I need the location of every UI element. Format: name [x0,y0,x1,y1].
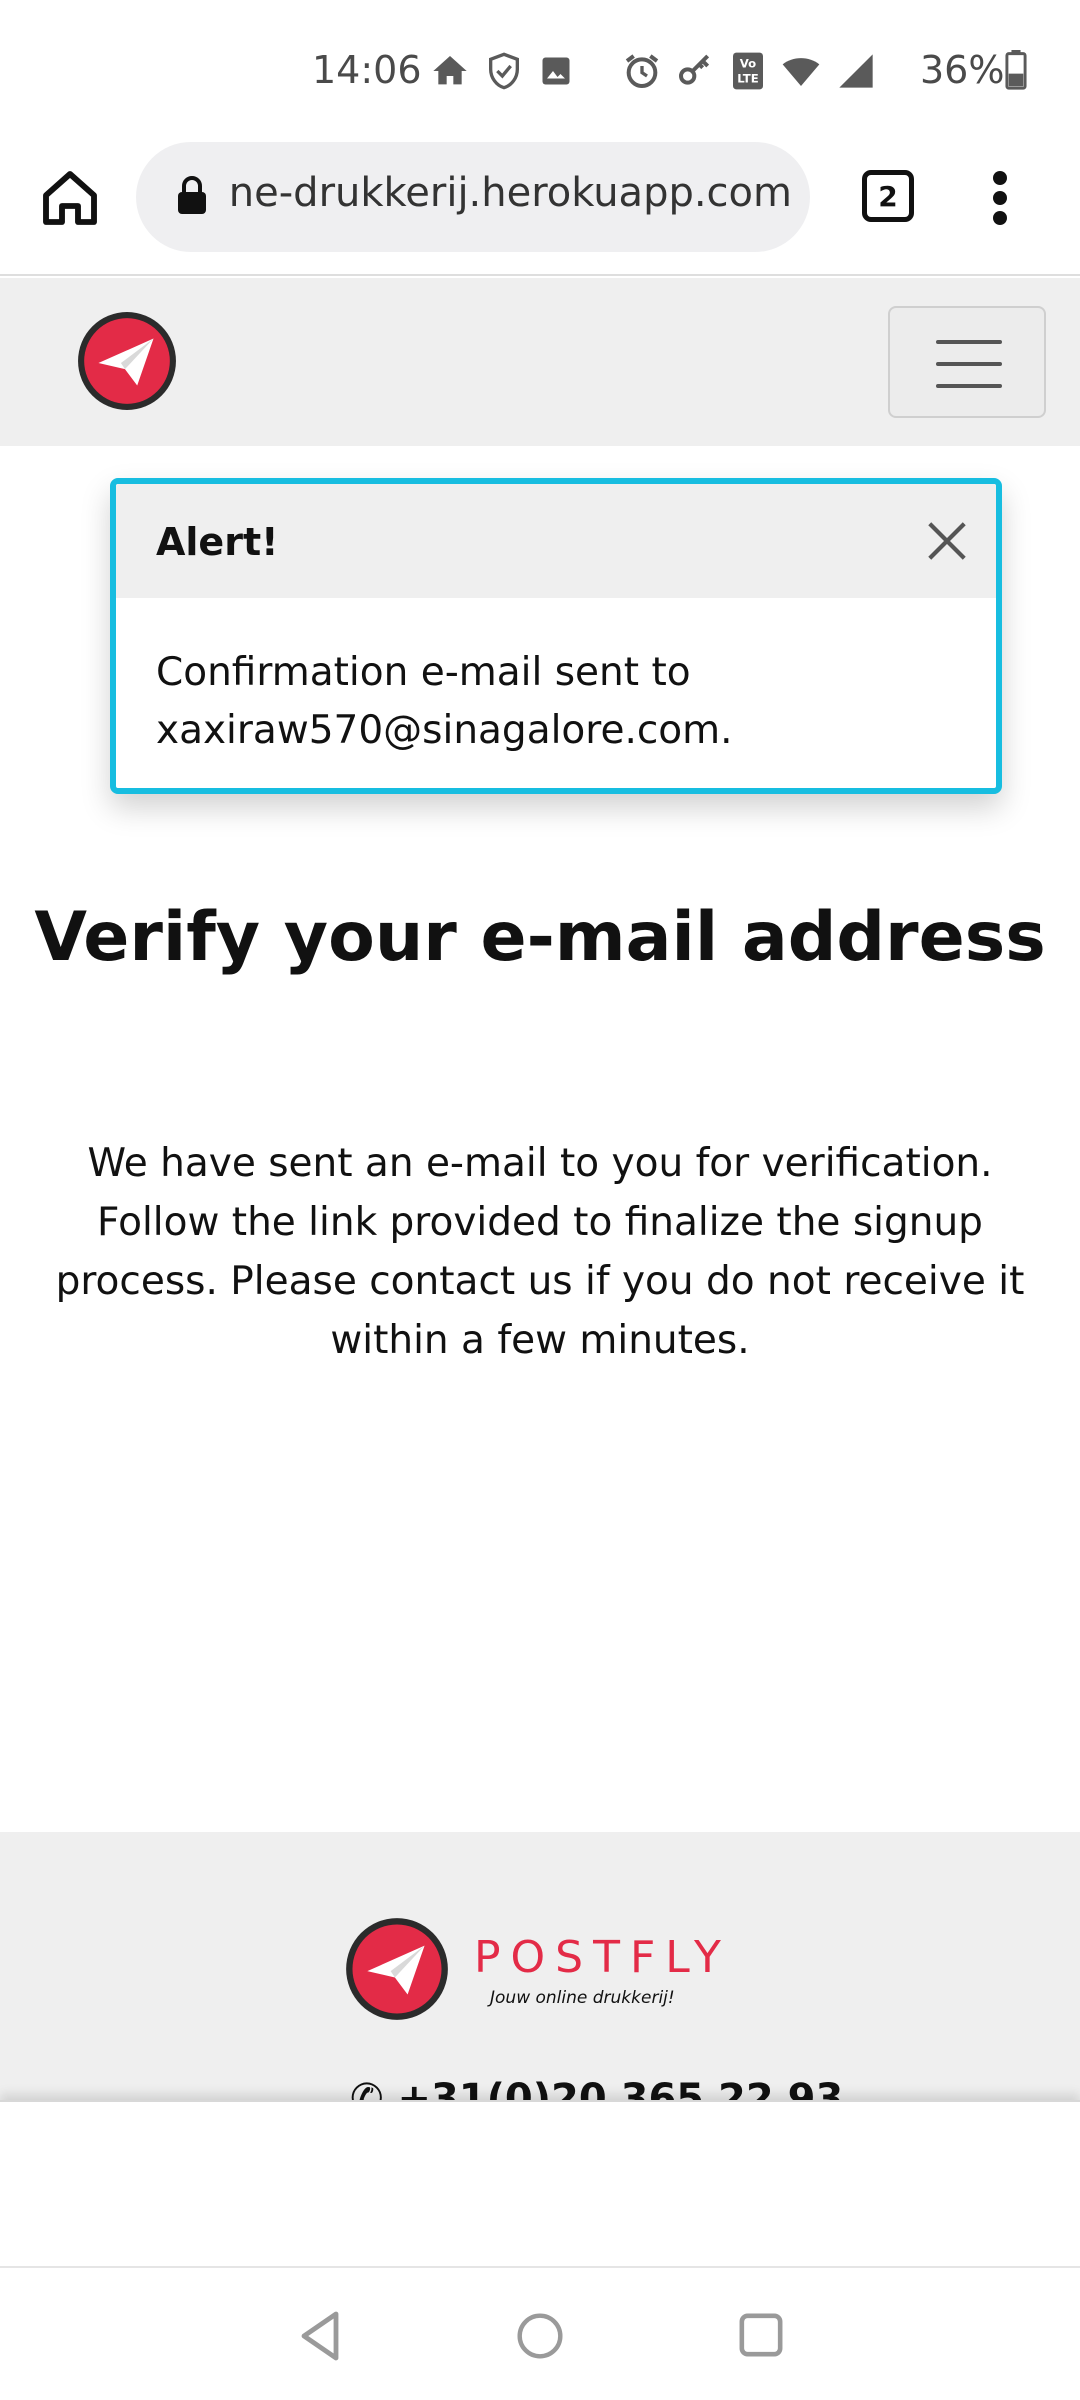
status-bar: 14:06 Vo LTE 36% [0,0,1080,140]
brand-name: POSTFLY [474,1932,731,1983]
status-time: 14:06 [312,48,422,92]
browser-home-icon[interactable] [38,166,102,230]
page-title: Verify your e-mail address [34,898,1046,977]
url-text: online-drukkerij.herokuapp.com [232,170,792,216]
close-icon[interactable] [924,518,970,564]
svg-text:Vo: Vo [740,57,756,71]
status-icons: Vo LTE [430,46,876,96]
alert-message: Confirmation e-mail sent to xaxiraw570@s… [156,650,733,753]
site-header [0,278,1080,446]
volte-icon: VoLTE [733,52,763,90]
lock-icon [178,176,206,214]
shield-icon [489,52,519,90]
home-nav-icon[interactable] [516,2310,564,2362]
recent-apps-icon[interactable] [738,2312,784,2358]
phone-number: +31(0)20 365 22 93 [397,2076,844,2102]
image-icon [542,57,570,85]
tab-switcher-button[interactable]: 2 [862,170,914,222]
alert-toast: Alert! Confirmation e-mail sent to xaxir… [110,478,1002,794]
verification-description: We have sent an e-mail to you for verifi… [55,1141,1025,1363]
phone-icon: ✆ [350,2076,398,2102]
svg-text:LTE: LTE [737,72,758,86]
home-icon [433,56,467,85]
bottom-overlay [0,2100,1080,2266]
signal-icon [839,54,873,88]
more-options-icon[interactable] [986,168,1014,228]
system-nav-bar [0,2266,1080,2400]
battery-icon [1005,50,1027,90]
brand-tagline: Jouw online drukkerij! [490,1988,675,2008]
hamburger-menu-button[interactable] [888,306,1046,418]
postfly-logo-icon[interactable] [76,310,178,412]
footer-phone[interactable]: ✆ +31(0)20 365 22 93 [350,2076,843,2102]
back-icon[interactable] [296,2310,344,2362]
site-footer: POSTFLY Jouw online drukkerij! ✆ +31(0)2… [0,1832,1080,2102]
browser-toolbar: online-drukkerij.herokuapp.com 2 [0,140,1080,276]
alert-header: Alert! [116,484,996,598]
battery-percent: 36% [920,48,1005,92]
address-bar[interactable]: online-drukkerij.herokuapp.com [136,142,810,252]
alarm-icon [625,54,659,88]
footer-logo-icon [346,1918,448,2020]
key-icon [679,54,710,85]
wifi-icon [782,58,820,86]
alert-title: Alert! [156,520,279,564]
